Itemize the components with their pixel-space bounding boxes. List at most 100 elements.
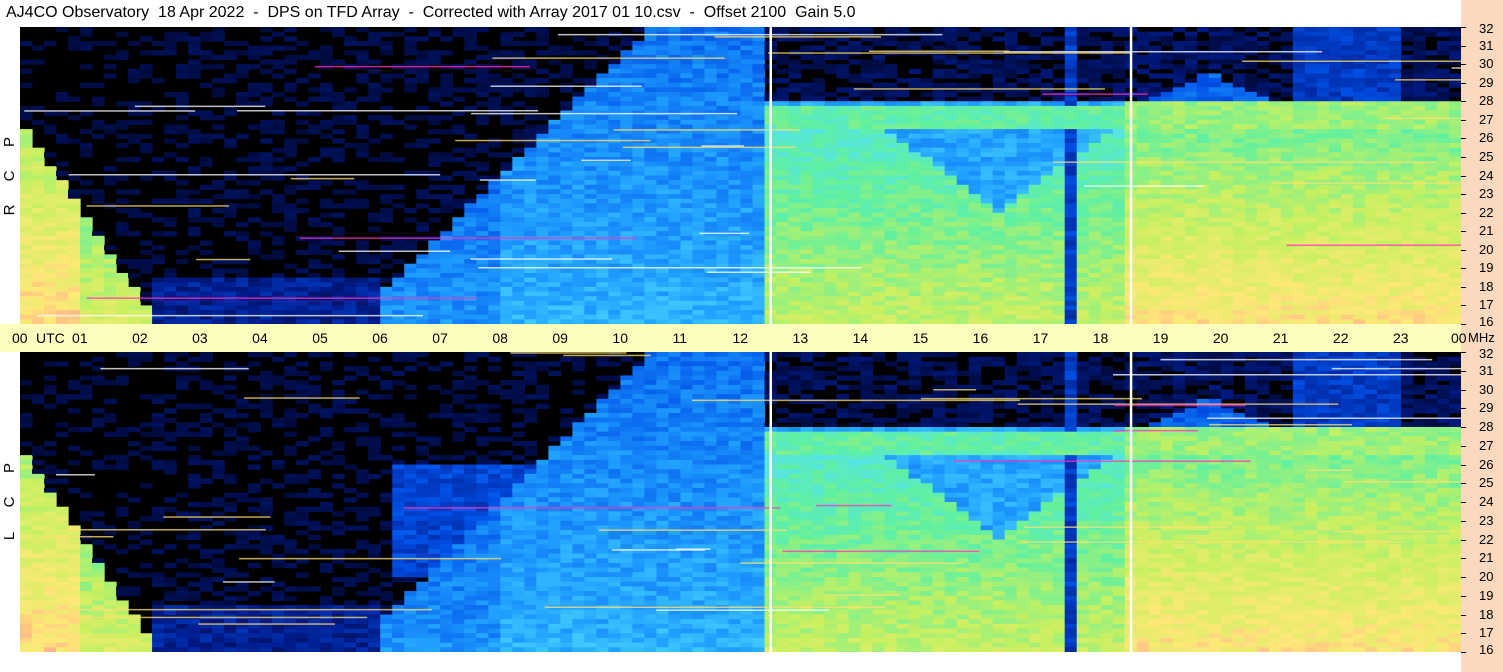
- spectrogram-cell: [1160, 305, 1174, 311]
- spectrogram-cell: [608, 221, 622, 228]
- spectrogram-cell: [632, 156, 646, 163]
- spectrogram-cell: [1052, 101, 1066, 107]
- spectrogram-cell: [860, 119, 874, 126]
- spectrogram-cell: [584, 286, 597, 293]
- spectrogram-cell: [692, 235, 706, 242]
- spectrogram-cell: [908, 82, 922, 88]
- spectrogram-cell: [716, 27, 730, 33]
- spectrogram-cell: [284, 207, 297, 214]
- spectrogram-cell: [644, 259, 658, 265]
- spectrogram-cell: [656, 184, 670, 191]
- spectrogram-cell: [788, 277, 802, 283]
- spectrogram-cell: [692, 170, 706, 177]
- spectrogram-cell: [1004, 161, 1018, 167]
- spectrogram-cell: [524, 240, 537, 246]
- spectrogram-cell: [1196, 296, 1210, 302]
- spectrogram-cell: [1148, 152, 1162, 158]
- spectrogram-cell: [788, 115, 802, 121]
- spectrogram-cell: [500, 161, 513, 167]
- spectrogram-cell: [668, 133, 682, 139]
- spectrogram-cell: [476, 310, 489, 316]
- spectrogram-cell: [632, 152, 646, 158]
- spectrogram-cell: [1220, 231, 1234, 237]
- spectrogram-cell: [1088, 207, 1102, 214]
- spectrogram-cell: [1184, 133, 1198, 139]
- spectrogram-cell: [884, 268, 898, 274]
- spectrogram-cell: [668, 272, 682, 279]
- spectrogram-cell: [788, 110, 802, 116]
- spectrogram-cell: [1172, 64, 1186, 70]
- spectrogram-cell: [776, 203, 790, 209]
- spectrogram-cell: [920, 119, 934, 126]
- spectrogram-cell: [656, 221, 670, 228]
- spectrogram-cell: [884, 91, 898, 98]
- spectrogram-cell: [464, 277, 477, 283]
- spectrogram-cell: [1076, 105, 1090, 112]
- spectrogram-cell: [920, 147, 934, 153]
- spectrogram-cell: [632, 221, 646, 228]
- spectrogram-cell: [944, 161, 958, 167]
- spectrogram-cell: [980, 101, 994, 107]
- spectrogram-cell: [884, 314, 898, 320]
- spectrogram-cell: [164, 286, 177, 293]
- spectrogram-cell: [332, 27, 345, 33]
- spectrogram-cell: [1232, 73, 1246, 79]
- spectrogram-cell: [656, 217, 670, 223]
- spectrogram-cell: [1160, 31, 1174, 37]
- spectrogram-cell: [68, 235, 81, 242]
- spectrogram-cell: [1064, 180, 1078, 186]
- spectrogram-cell: [44, 217, 57, 223]
- spectrogram-cell: [728, 296, 742, 302]
- spectrogram-cell: [968, 296, 982, 302]
- spectrogram-cell: [464, 221, 477, 228]
- spectrogram-cell: [1076, 198, 1090, 204]
- spectrogram-cell: [656, 194, 670, 200]
- spectrogram-cell: [908, 235, 922, 242]
- spectrogram-cell: [476, 286, 489, 293]
- spectrogram-cell: [824, 152, 838, 158]
- spectrogram-cell: [1184, 64, 1198, 70]
- spectrogram-cell: [404, 245, 417, 251]
- spectrogram-cell: [740, 152, 754, 158]
- spectrogram-cell: [884, 263, 898, 269]
- spectrogram-cell: [872, 170, 886, 177]
- spectrogram-cell: [836, 166, 850, 172]
- spectrogram-cell: [188, 226, 201, 232]
- spectrogram-cell: [608, 198, 622, 204]
- spectrogram-cell: [296, 277, 309, 283]
- spectrogram-cell: [632, 268, 646, 274]
- spectrogram-cell: [68, 45, 81, 51]
- spectrogram-cell: [872, 268, 886, 274]
- spectrogram-cell: [1196, 143, 1210, 149]
- spectrogram-cell: [824, 240, 838, 246]
- spectrogram-cell: [644, 268, 658, 274]
- spectrogram-cell: [644, 82, 658, 88]
- spectrogram-cell: [512, 40, 525, 47]
- spectrogram-cell: [176, 156, 189, 163]
- spectrogram-cell: [596, 124, 610, 130]
- spectrogram-cell: [704, 286, 718, 293]
- spectrogram-cell: [728, 78, 742, 84]
- spectrogram-cell: [932, 305, 946, 311]
- spectrogram-cell: [1136, 129, 1150, 135]
- spectrogram-cell: [512, 296, 525, 302]
- spectrogram-cell: [284, 184, 297, 191]
- spectrogram-cell: [968, 45, 982, 51]
- spectrogram-cell: [704, 175, 718, 181]
- spectrogram-cell: [1172, 198, 1186, 204]
- spectrogram-cell: [152, 40, 165, 47]
- spectrogram-cell: [1100, 133, 1114, 139]
- spectrogram-cell: [356, 282, 369, 288]
- spectrogram-cell: [452, 124, 465, 130]
- spectrogram-cell: [1028, 207, 1042, 214]
- spectrogram-cell: [560, 231, 573, 237]
- spectrogram-cell: [560, 291, 573, 297]
- spectrogram-cell: [536, 189, 549, 195]
- spectrogram-cell: [416, 272, 429, 279]
- spectrogram-cell: [1040, 68, 1054, 75]
- spectrogram-cell: [1196, 231, 1210, 237]
- spectrogram-cell: [932, 133, 946, 139]
- spectrogram-cell: [1028, 73, 1042, 79]
- spectrogram-cell: [716, 189, 730, 195]
- spectrogram-cell: [668, 282, 682, 288]
